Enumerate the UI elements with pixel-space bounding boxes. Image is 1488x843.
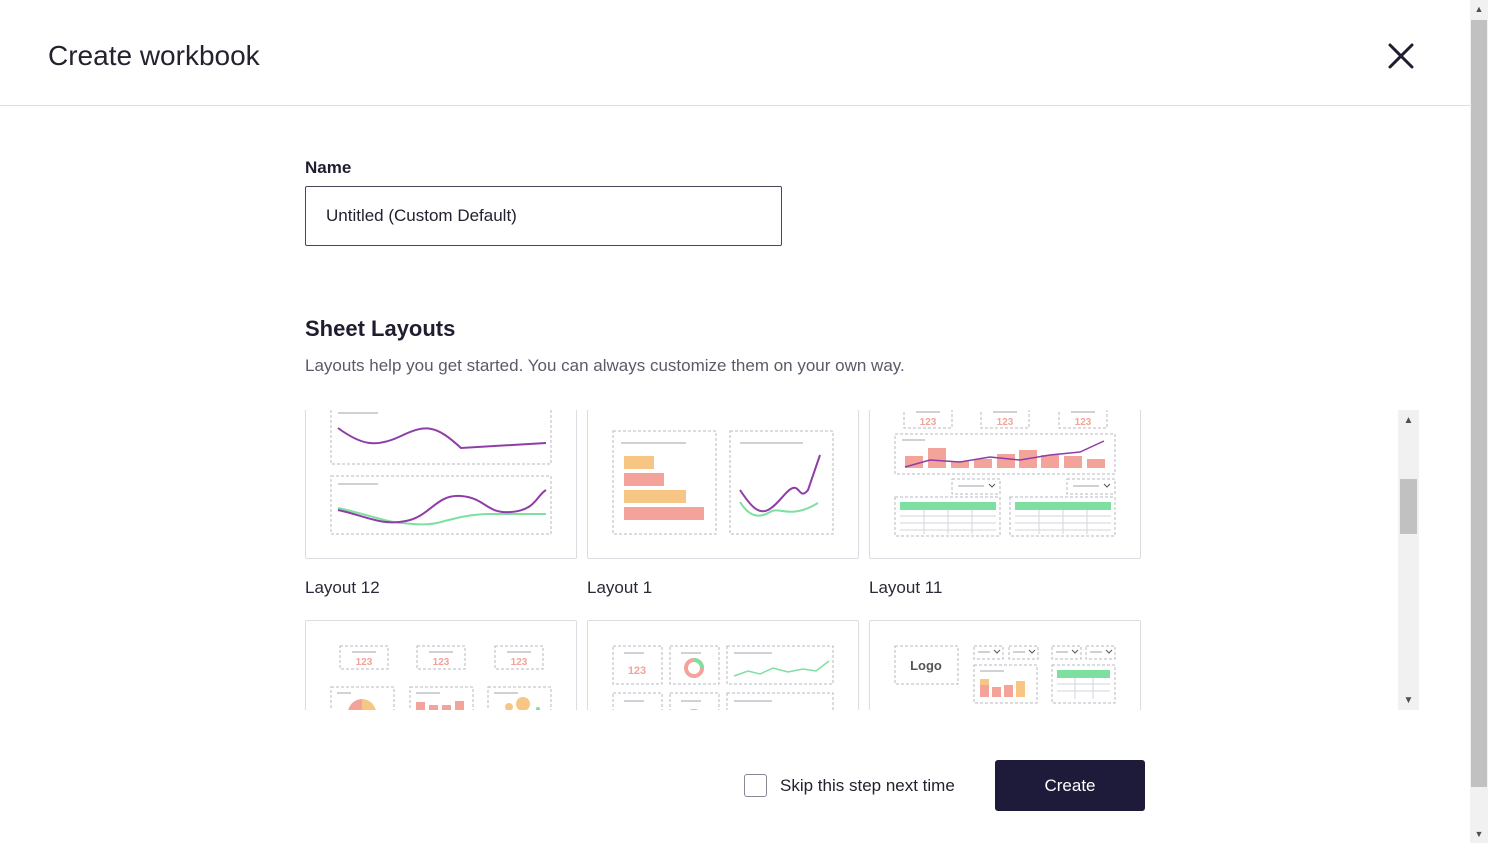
layouts-scrollbar-thumb[interactable]	[1400, 479, 1417, 534]
kpi-text: 123	[920, 417, 937, 428]
layout-card-11[interactable]: 123 123 123	[869, 410, 1141, 559]
name-label: Name	[305, 158, 352, 177]
layout-label-11: Layout 11	[869, 578, 943, 597]
kpi-text: 123	[628, 665, 646, 677]
skip-step-label[interactable]: Skip this step next time	[780, 776, 955, 796]
kpi-text: 123	[997, 417, 1014, 428]
kpi-text: 123	[433, 657, 450, 668]
layout-card-row2-2[interactable]: 123	[587, 620, 859, 710]
layout-11-thumbnail: 123 123 123	[894, 410, 1116, 537]
kpi-text: 123	[1075, 417, 1092, 428]
layout-thumbnail: 123	[612, 645, 834, 710]
layout-label-12: Layout 12	[305, 578, 380, 597]
kpi-text: 123	[356, 657, 373, 668]
dialog-title: Create workbook	[48, 40, 260, 71]
scroll-down-arrow-icon[interactable]: ▼	[1398, 690, 1419, 710]
layout-thumbnail: 123 123 123	[330, 645, 552, 710]
layouts-scrollbar[interactable]: ▲ ▼	[1398, 410, 1419, 710]
name-input[interactable]	[305, 186, 782, 246]
create-button[interactable]: Create	[995, 760, 1145, 811]
skip-step-checkbox[interactable]	[744, 774, 767, 797]
page-scrollbar[interactable]: ▲ ▼	[1470, 0, 1488, 843]
layouts-grid: 123 123 123 Layout 12 Layout 1 Layout 11…	[305, 410, 1420, 710]
kpi-blocks: 123 123 123	[903, 410, 1108, 429]
page-scroll-up-icon[interactable]: ▲	[1470, 0, 1488, 18]
layout-card-row2-1[interactable]: 123 123 123	[305, 620, 577, 710]
scroll-up-arrow-icon[interactable]: ▲	[1398, 410, 1419, 430]
kpi-text: 123	[511, 657, 528, 668]
layout-card-row2-3[interactable]: Logo	[869, 620, 1141, 710]
create-workbook-dialog: Create workbook Name Sheet Layouts Layou…	[0, 0, 1470, 843]
logo-placeholder-text: Logo	[910, 658, 942, 673]
close-icon[interactable]	[1383, 38, 1419, 74]
layout-card-1[interactable]	[587, 410, 859, 559]
page-scroll-down-icon[interactable]: ▼	[1470, 825, 1488, 843]
page-scrollbar-thumb[interactable]	[1471, 20, 1487, 787]
layout-1-thumbnail	[612, 430, 834, 535]
layout-label-1: Layout 1	[587, 578, 653, 597]
dialog-header: Create workbook	[0, 0, 1470, 106]
sheet-layouts-title: Sheet Layouts	[305, 316, 456, 341]
layout-12-thumbnail	[330, 410, 552, 535]
layout-card-12[interactable]	[305, 410, 577, 559]
layout-thumbnail: Logo	[894, 645, 1116, 704]
sheet-layouts-description: Layouts help you get started. You can al…	[305, 356, 905, 375]
